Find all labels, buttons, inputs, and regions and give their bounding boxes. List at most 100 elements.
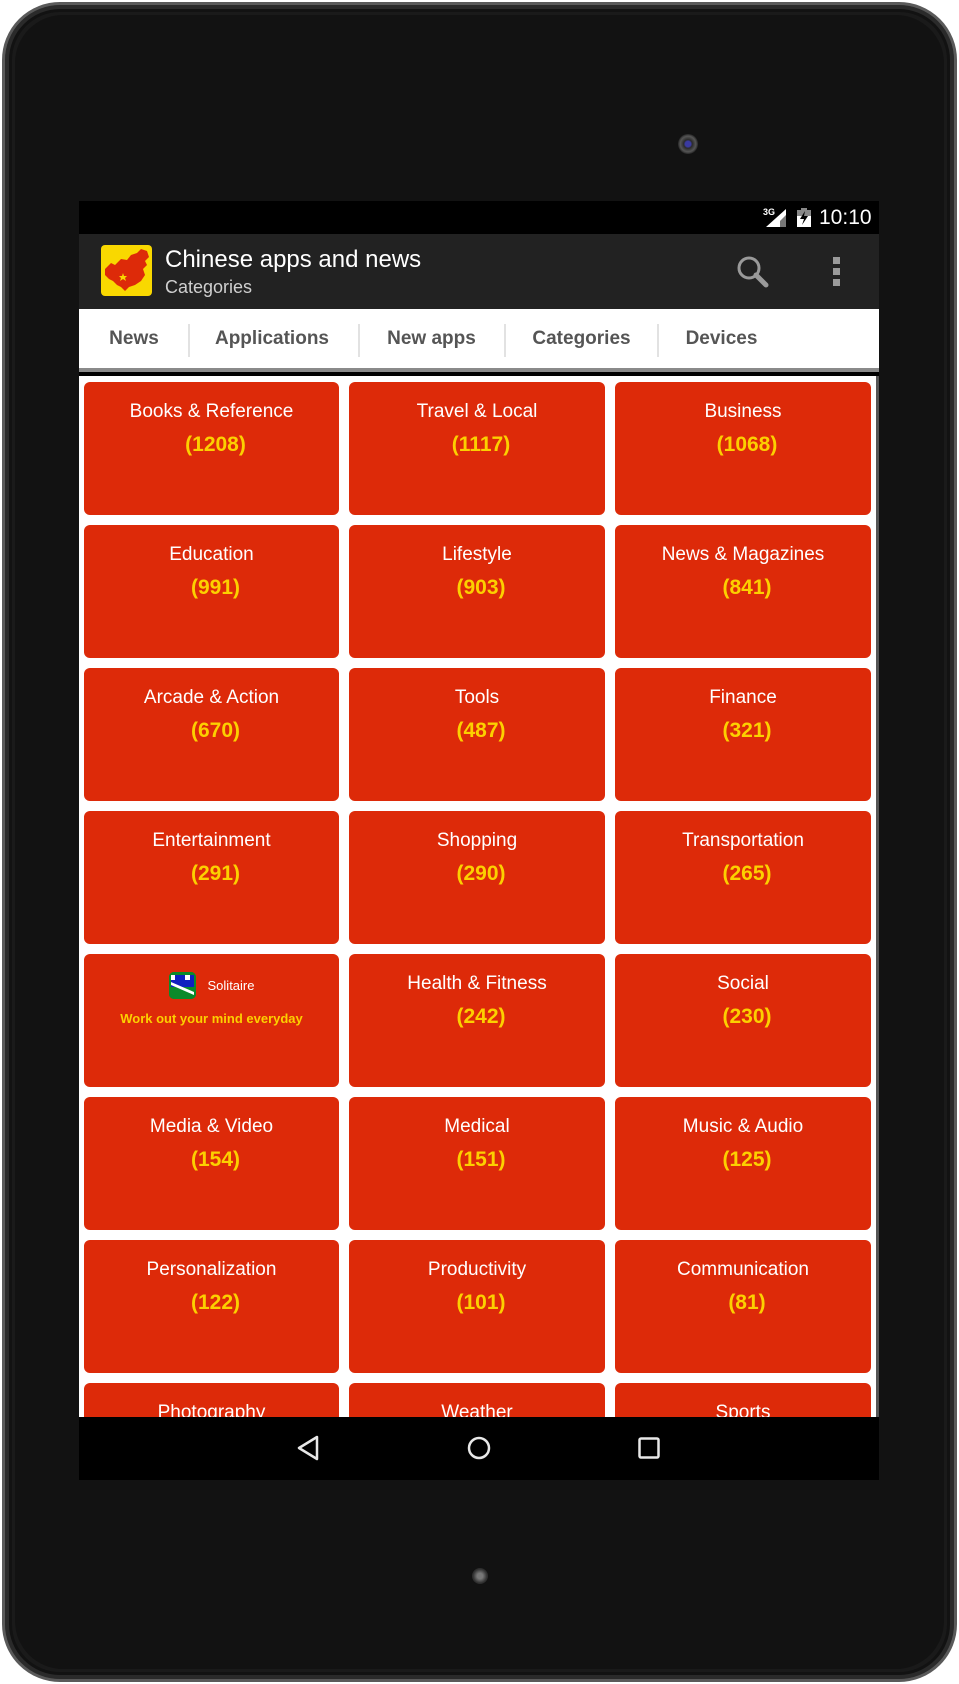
scroll-edge (876, 376, 879, 1417)
category-name: Shopping (436, 830, 518, 851)
category-card-entertainment[interactable]: Entertainment (291) (84, 811, 339, 944)
category-count: (242) (456, 1005, 506, 1028)
recents-icon[interactable] (638, 1437, 660, 1459)
category-card-transportation[interactable]: Transportation (265) (615, 811, 871, 944)
china-map-icon (105, 249, 149, 291)
tab-applications[interactable]: Applications (197, 309, 347, 368)
category-count: (122) (190, 1291, 241, 1314)
category-count: (991) (190, 576, 241, 599)
category-name: Business (704, 401, 782, 422)
category-card-tools[interactable]: Tools (487) (349, 668, 605, 801)
category-card-shopping[interactable]: Shopping (290) (349, 811, 605, 944)
category-count: (81) (728, 1291, 766, 1314)
tab-divider (358, 324, 360, 357)
category-card-weather[interactable]: Weather (349, 1383, 605, 1417)
tab-divider (188, 324, 190, 357)
screen: 3G 10:10 Chinese apps and news Categorie… (79, 201, 879, 1480)
category-card-business[interactable]: Business (1068) (615, 382, 871, 515)
ad-header: Solitaire (84, 972, 339, 999)
light-sensor (472, 1568, 488, 1584)
category-name: Transportation (682, 830, 804, 851)
network-type-label: 3G (763, 207, 776, 217)
category-count: (125) (722, 1148, 772, 1171)
category-name: Social (717, 973, 769, 994)
category-name: Finance (709, 687, 777, 708)
ad-app-name: Solitaire (207, 978, 255, 993)
app-title: Chinese apps and news (165, 246, 422, 273)
app-logo-icon[interactable] (101, 245, 152, 296)
category-card-education[interactable]: Education (991) (84, 525, 339, 658)
category-card-health-fitness[interactable]: Health & Fitness (242) (349, 954, 605, 1087)
category-card-news-magazines[interactable]: News & Magazines (841) (615, 525, 871, 658)
category-card-books-reference[interactable]: Books & Reference (1208) (84, 382, 339, 515)
category-count: (230) (722, 1005, 772, 1028)
category-name: Arcade & Action (143, 687, 280, 708)
navigation-bar (79, 1417, 879, 1480)
category-name: Medical (444, 1116, 510, 1137)
category-count: (841) (722, 576, 772, 599)
category-name: Productivity (427, 1259, 527, 1280)
tab-bar: News Applications New apps Categories De… (79, 309, 879, 372)
category-name: Media & Video (149, 1116, 274, 1137)
category-card-travel-local[interactable]: Travel & Local (1117) (349, 382, 605, 515)
categories-grid-container[interactable]: Books & Reference (1208) Travel & Local … (79, 376, 879, 1417)
home-icon[interactable] (467, 1436, 491, 1460)
front-camera (678, 134, 698, 154)
category-name: Sports (715, 1402, 771, 1417)
overflow-menu-icon[interactable] (829, 252, 845, 292)
ad-tagline: Work out your mind everyday (120, 1011, 303, 1026)
category-card-music-audio[interactable]: Music & Audio (125) (615, 1097, 871, 1230)
category-card-photography[interactable]: Photography (84, 1383, 339, 1417)
battery-charging-icon (797, 208, 811, 227)
category-name: Education (169, 544, 254, 565)
category-count: (321) (722, 719, 772, 742)
category-name: Entertainment (152, 830, 271, 851)
category-card-finance[interactable]: Finance (321) (615, 668, 871, 801)
category-card-personalization[interactable]: Personalization (122) (84, 1240, 339, 1373)
category-name: Health & Fitness (407, 973, 547, 994)
category-card-media-video[interactable]: Media & Video (154) (84, 1097, 339, 1230)
screen-subtitle: Categories (165, 277, 253, 297)
category-count: (670) (190, 719, 241, 742)
category-card-medical[interactable]: Medical (151) (349, 1097, 605, 1230)
tab-divider (504, 324, 506, 357)
category-count: (1068) (716, 433, 778, 456)
category-card-productivity[interactable]: Productivity (101) (349, 1240, 605, 1373)
category-count: (101) (456, 1291, 506, 1314)
category-name: Personalization (146, 1259, 277, 1280)
category-name: Photography (157, 1402, 266, 1417)
category-count: (290) (456, 862, 506, 885)
category-name: Music & Audio (682, 1116, 804, 1137)
tab-new-apps[interactable]: New apps (369, 309, 494, 368)
category-count: (1117) (451, 433, 511, 456)
ad-card-solitaire[interactable]: Solitaire Work out your mind everyday (84, 954, 339, 1087)
category-name: Weather (441, 1402, 513, 1417)
category-count: (151) (456, 1148, 506, 1171)
category-card-sports[interactable]: Sports (615, 1383, 871, 1417)
tab-categories[interactable]: Categories (514, 309, 649, 368)
category-count: (1208) (185, 433, 246, 456)
category-card-social[interactable]: Social (230) (615, 954, 871, 1087)
category-name: Lifestyle (442, 544, 512, 565)
back-icon[interactable] (295, 1434, 323, 1462)
tab-divider (657, 324, 659, 357)
category-count: (291) (190, 862, 241, 885)
category-card-arcade-action[interactable]: Arcade & Action (670) (84, 668, 339, 801)
category-name: Tools (454, 687, 500, 708)
category-name: Communication (677, 1259, 809, 1280)
category-count: (903) (456, 576, 506, 599)
category-name: News & Magazines (661, 544, 825, 565)
category-card-lifestyle[interactable]: Lifestyle (903) (349, 525, 605, 658)
tab-devices[interactable]: Devices (664, 309, 779, 368)
action-bar: Chinese apps and news Categories (79, 234, 879, 309)
status-bar: 3G 10:10 (79, 201, 879, 234)
tab-news[interactable]: News (89, 309, 179, 368)
search-icon[interactable] (735, 254, 771, 290)
categories-grid: Books & Reference (1208) Travel & Local … (84, 382, 872, 1417)
category-count: (265) (722, 862, 772, 885)
category-card-communication[interactable]: Communication (81) (615, 1240, 871, 1373)
solitaire-app-icon (168, 972, 196, 999)
category-name: Travel & Local (416, 401, 538, 422)
category-count: (154) (190, 1148, 241, 1171)
category-count: (487) (456, 719, 506, 742)
